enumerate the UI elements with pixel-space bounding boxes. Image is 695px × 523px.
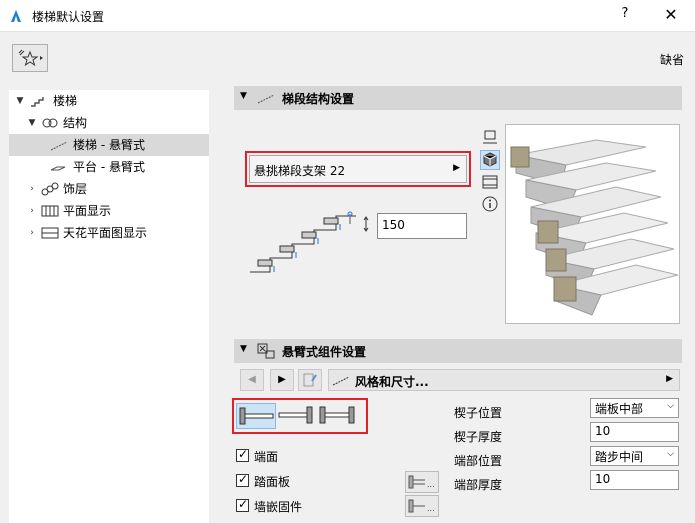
info-icon[interactable] bbox=[480, 194, 500, 214]
highlight-box bbox=[232, 398, 368, 434]
wedge-position-label: 楔子位置 bbox=[454, 406, 503, 420]
svg-text:...: ... bbox=[427, 504, 435, 513]
checkbox[interactable] bbox=[236, 472, 249, 487]
tree-item-finish[interactable]: › 饰层 bbox=[9, 178, 209, 200]
cantilever-component-icon bbox=[256, 342, 276, 360]
stair-flight-icon bbox=[49, 138, 67, 152]
end-thickness-input[interactable]: 10 bbox=[590, 470, 679, 490]
collapse-arrow-icon[interactable]: ▼ bbox=[240, 91, 247, 101]
app-logo-icon bbox=[8, 8, 24, 24]
tree-item-ceiling-plan-display[interactable]: › 天花平面图显示 bbox=[9, 222, 209, 244]
checkbox[interactable] bbox=[236, 447, 249, 462]
structure-section-title: 梯段结构设置 bbox=[282, 92, 355, 106]
tree-item-landing-cantilever[interactable]: 平台 - 悬臂式 bbox=[9, 156, 209, 178]
tree-item-plan-display[interactable]: › 平面显示 bbox=[9, 200, 209, 222]
stair-icon bbox=[29, 94, 47, 108]
end-position-select[interactable]: 踏步中间 ⌵ bbox=[590, 446, 679, 466]
style-icon bbox=[331, 372, 351, 388]
wedge-thickness-input[interactable]: 10 bbox=[590, 422, 679, 442]
finish-icon bbox=[41, 182, 59, 196]
tree-item-stair[interactable]: ▼ 楼梯 bbox=[9, 90, 209, 112]
close-button[interactable]: ✕ bbox=[660, 5, 682, 27]
structure-section-header[interactable]: ▼ 梯段结构设置 bbox=[234, 86, 682, 110]
chevron-down-icon[interactable]: ▼ bbox=[15, 90, 25, 112]
chevron-right-icon[interactable]: › bbox=[27, 178, 37, 200]
stair-structure-icon bbox=[256, 89, 276, 107]
favorites-button[interactable] bbox=[12, 44, 48, 72]
plan-view-icon[interactable] bbox=[480, 128, 500, 148]
help-button[interactable]: ? bbox=[614, 6, 636, 26]
title-bar: 楼梯默认设置 ? ✕ bbox=[0, 0, 695, 32]
edit-doc-icon[interactable] bbox=[298, 369, 322, 391]
cantilever-section-title: 悬臂式组件设置 bbox=[282, 345, 367, 359]
plan-display-icon bbox=[41, 204, 59, 218]
tread-plate-settings-button[interactable]: ... bbox=[405, 471, 439, 493]
section-view-icon[interactable] bbox=[480, 172, 500, 192]
chevron-down-icon: ⌵ bbox=[667, 449, 674, 459]
window-title: 楼梯默认设置 bbox=[32, 10, 105, 24]
tree-item-stair-cantilever[interactable]: 楼梯 - 悬臂式 bbox=[9, 134, 209, 156]
settings-tree: ▼ 楼梯 ▼ 结构 楼梯 - 悬臂式 平台 - 悬臂式 › 饰层 › 平面显示 … bbox=[9, 90, 209, 523]
end-position-label: 端部位置 bbox=[454, 454, 503, 468]
cantilever-section-header[interactable]: ▼ 悬臂式组件设置 bbox=[234, 339, 682, 363]
highlight-box bbox=[245, 151, 471, 187]
3d-view-icon[interactable] bbox=[480, 150, 500, 170]
wedge-thickness-label: 楔子厚度 bbox=[454, 430, 503, 444]
structure-icon bbox=[41, 116, 59, 130]
next-button[interactable]: ▶ bbox=[270, 369, 294, 391]
ceiling-plan-icon bbox=[41, 226, 59, 240]
stair-3d-preview bbox=[505, 124, 680, 324]
wall-anchor-settings-button[interactable]: ... bbox=[405, 495, 439, 517]
thickness-input[interactable]: 150 bbox=[377, 213, 467, 239]
end-thickness-label: 端部厚度 bbox=[454, 478, 503, 492]
component-nav-row: ◀ ▶ 风格和尺寸... ▶ bbox=[240, 369, 680, 391]
chevron-down-icon[interactable]: ▼ bbox=[27, 112, 37, 134]
svg-text:...: ... bbox=[427, 480, 435, 489]
previous-button[interactable]: ◀ bbox=[240, 369, 264, 391]
chevron-down-icon: ⌵ bbox=[667, 401, 674, 411]
chevron-right-icon: ▶ bbox=[666, 374, 673, 384]
style-size-dropdown[interactable]: 风格和尺寸... ▶ bbox=[328, 369, 680, 391]
chevron-right-icon[interactable]: › bbox=[27, 222, 37, 244]
tree-item-structure[interactable]: ▼ 结构 bbox=[9, 112, 209, 134]
landing-icon bbox=[49, 160, 67, 174]
collapse-arrow-icon[interactable]: ▼ bbox=[240, 344, 247, 354]
default-label: 缺省 bbox=[660, 53, 685, 67]
wedge-position-select[interactable]: 端板中部 ⌵ bbox=[590, 398, 679, 418]
chevron-right-icon[interactable]: › bbox=[27, 200, 37, 222]
stair-section-diagram bbox=[246, 210, 376, 282]
checkbox[interactable] bbox=[236, 497, 249, 512]
